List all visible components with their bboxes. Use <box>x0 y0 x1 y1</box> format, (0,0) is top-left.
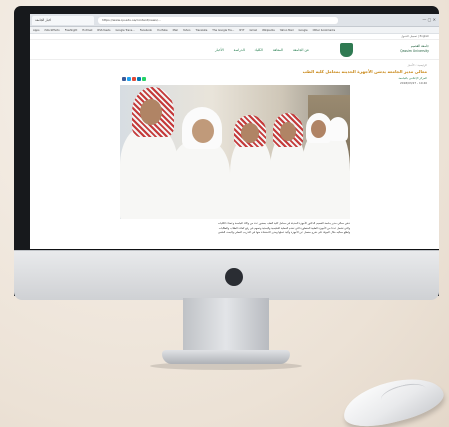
photo-headdress <box>328 117 348 141</box>
monitor-stand-neck <box>183 298 269 356</box>
site-header: جامعة القصيم Qassim University عن الجامع… <box>30 40 439 60</box>
bookmark-item[interactable]: Hotmail <box>82 29 92 32</box>
university-logo[interactable] <box>340 43 353 57</box>
twitter-icon[interactable] <box>127 77 131 81</box>
photo-person <box>230 137 272 219</box>
facebook-icon[interactable] <box>122 77 126 81</box>
article-body: دشن معالي مدير جامعة القصيم الدكتور الأج… <box>120 222 350 236</box>
bookmark-item[interactable]: Gmail <box>249 29 257 32</box>
article-photo <box>120 85 350 219</box>
bookmark-item[interactable]: Translate <box>196 29 208 32</box>
bookmark-item[interactable]: Mail <box>173 29 178 32</box>
article-title: معالي مدير الجامعة يدشن الأجهزة الحديثة … <box>302 69 427 74</box>
bookmark-item[interactable]: Wikipedia <box>262 29 275 32</box>
photo-face <box>280 122 296 141</box>
bookmark-item[interactable]: Flashlight <box>65 29 78 32</box>
googleplus-icon[interactable] <box>132 77 136 81</box>
address-bar[interactable]: https://www.qu.edu.sa/content/news/… <box>98 17 338 24</box>
bookmark-item[interactable]: Facebook <box>140 29 152 32</box>
university-name: جامعة القصيم Qassim University <box>400 44 429 54</box>
article-paragraph: واطلع معاليه خلال الجولة على شرح مفصل عن… <box>217 231 350 234</box>
monitor-stand-base <box>162 350 290 364</box>
photo-face <box>311 120 326 138</box>
power-button[interactable] <box>225 268 243 286</box>
bookmark-item[interactable]: Yahoo Mail <box>280 29 294 32</box>
share-icons <box>122 77 146 81</box>
breadcrumb[interactable]: الرئيسية › الأخبار <box>30 60 439 67</box>
menu-item[interactable]: الدراسة <box>234 48 245 52</box>
bookmark-item[interactable]: YouTube <box>157 29 168 32</box>
photo-person <box>270 135 306 219</box>
whatsapp-icon[interactable] <box>142 77 146 81</box>
bookmark-item[interactable]: RSS feeds <box>97 29 110 32</box>
menu-item[interactable]: المعاهد <box>273 48 283 52</box>
article-paragraph: والتي تشمل عددا من الأجهزة الطبية المتطو… <box>218 226 350 230</box>
browser-tab[interactable]: اخبار الجامعة <box>32 16 94 25</box>
photo-face <box>192 119 214 143</box>
bookmark-item[interactable]: Google <box>298 29 307 32</box>
article-date: 2018/03/27 - 10:40 <box>400 81 427 85</box>
bookmark-item[interactable]: Google Trans… <box>115 29 134 32</box>
photo-face <box>140 99 162 125</box>
photo-person <box>326 135 350 219</box>
mouse-button-seam <box>378 379 428 409</box>
bookmark-item[interactable]: iStockPhoto <box>44 29 59 32</box>
university-name-en: Qassim University <box>400 49 429 53</box>
photo-person <box>170 140 230 219</box>
screen-bottom-edge <box>30 249 439 250</box>
photo-face <box>241 123 259 143</box>
article-author[interactable]: المركز الإعلامي بالجامعة <box>399 76 427 80</box>
bookmark-item[interactable]: The Google Tra… <box>212 29 234 32</box>
bookmark-item[interactable]: Yahoo <box>183 29 191 32</box>
bookmark-item[interactable]: NYT <box>239 29 244 32</box>
article-paragraph: دشن معالي مدير جامعة القصيم الدكتور الأج… <box>217 222 350 225</box>
bookmarks-bar: Apps iStockPhoto Flashlight Hotmail RSS feed… <box>30 27 439 34</box>
menu-item[interactable]: الكليات <box>255 48 263 52</box>
menu-item[interactable]: الأخبار <box>215 48 224 52</box>
menu-item[interactable]: عن الجامعة <box>293 48 309 52</box>
browser-chrome: اخبار الجامعة https://www.qu.edu.sa/cont… <box>30 14 439 27</box>
bookmark-item[interactable]: Apps <box>33 29 39 32</box>
linkedin-icon[interactable] <box>137 77 141 81</box>
bookmark-item[interactable]: Other bookmarks <box>313 29 336 32</box>
main-menu: عن الجامعة المعاهد الكليات الدراسة الأخبار <box>205 48 309 52</box>
window-controls[interactable]: — ▢ ✕ <box>422 17 436 22</box>
